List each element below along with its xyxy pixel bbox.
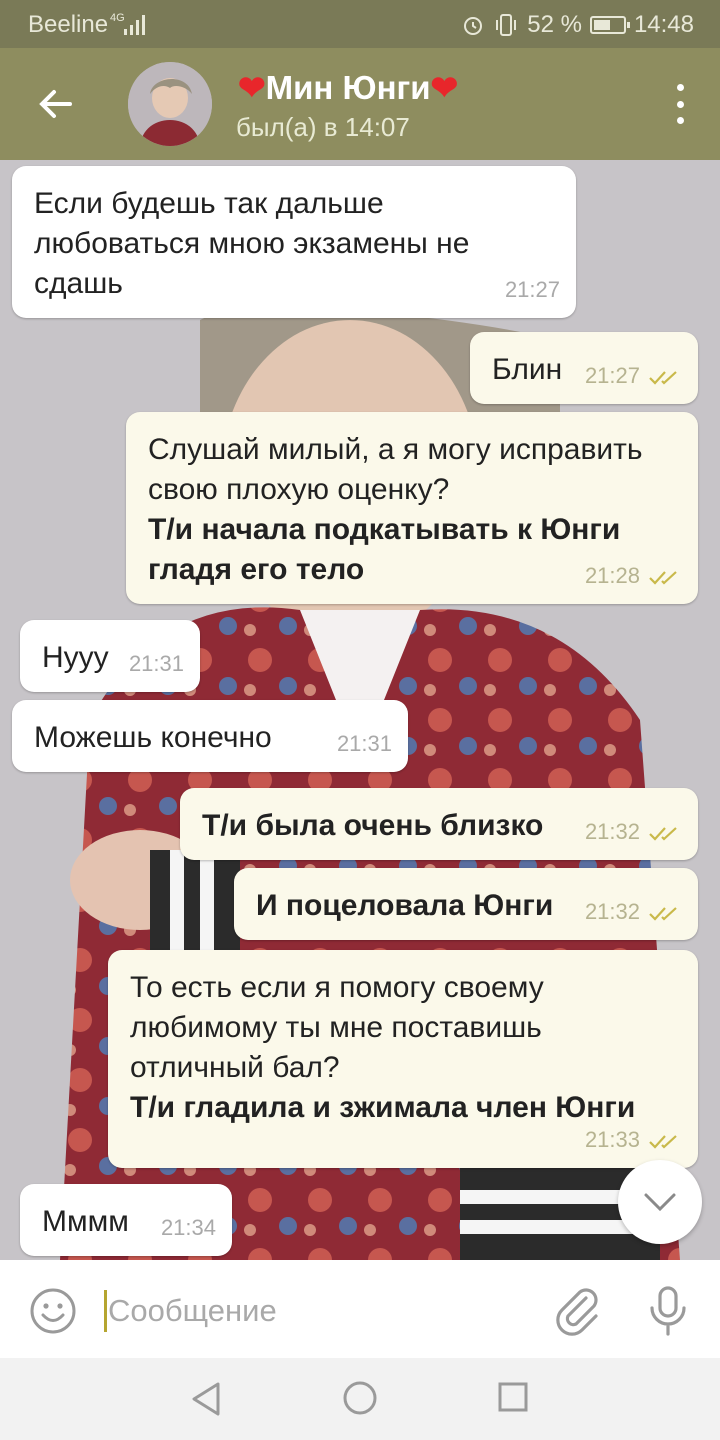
message-time: 21:31 bbox=[128, 651, 184, 676]
message-time: 21:33 bbox=[584, 1127, 640, 1152]
chat-header: ❤Мин Юнги❤ был(а) в 14:07 bbox=[0, 48, 720, 160]
nav-home-icon[interactable] bbox=[342, 1380, 378, 1416]
message-meta: 21:33 bbox=[585, 1120, 684, 1160]
arrow-left-icon[interactable] bbox=[30, 78, 82, 130]
avatar[interactable] bbox=[128, 62, 212, 146]
chevron-down-icon bbox=[644, 1193, 676, 1212]
message-text: Мммм bbox=[42, 1205, 129, 1238]
message-time: 21:28 bbox=[584, 563, 640, 588]
message-incoming[interactable]: Нууу 21:31 bbox=[20, 620, 200, 692]
message-outgoing[interactable]: То есть если я помогу своему любимому ты… bbox=[108, 950, 698, 1168]
heart-left: ❤ bbox=[238, 69, 266, 106]
system-nav-bar bbox=[0, 1358, 720, 1440]
message-outgoing[interactable]: Слушай милый, а я могу исправить свою пл… bbox=[126, 412, 698, 604]
message-text: Можешь конечно bbox=[34, 721, 272, 754]
message-text-bold: Т/и была очень близко bbox=[202, 809, 544, 842]
message-meta: 21:32 bbox=[585, 812, 684, 852]
status-right: 52 % 14:48 bbox=[461, 11, 694, 39]
scroll-down-button[interactable] bbox=[618, 1160, 702, 1244]
more-vert-icon[interactable] bbox=[670, 84, 690, 124]
clock: 14:48 bbox=[633, 11, 694, 38]
signal-icon bbox=[124, 15, 145, 35]
double-check-icon bbox=[649, 571, 677, 585]
double-check-icon bbox=[649, 371, 677, 385]
double-check-icon bbox=[649, 1135, 677, 1149]
paperclip-icon[interactable] bbox=[552, 1284, 602, 1338]
message-outgoing[interactable]: Блин 21:27 bbox=[470, 332, 698, 404]
message-incoming[interactable]: Можешь конечно 21:31 bbox=[12, 700, 408, 772]
avatar-image bbox=[128, 62, 212, 146]
network-type: 4G bbox=[110, 12, 125, 24]
battery-percent: 52 % bbox=[527, 11, 582, 38]
message-meta: 21:32 bbox=[585, 892, 684, 932]
message-input-bar bbox=[0, 1260, 720, 1358]
message-outgoing[interactable]: И поцеловала Юнги 21:32 bbox=[234, 868, 698, 940]
message-text: Нууу bbox=[42, 641, 109, 674]
message-time: 21:27 bbox=[584, 363, 640, 388]
message-text: Слушай милый, а я могу исправить свою пл… bbox=[148, 433, 643, 506]
message-text: Если будешь так дальше любоваться мною э… bbox=[34, 187, 470, 300]
message-text: То есть если я помогу своему любимому ты… bbox=[130, 971, 544, 1084]
nav-recent-apps-icon[interactable] bbox=[498, 1382, 528, 1412]
battery-icon bbox=[589, 16, 630, 34]
contact-name-text: Мин Юнги bbox=[265, 69, 431, 106]
message-time: 21:32 bbox=[584, 899, 640, 924]
message-text-bold: И поцеловала Юнги bbox=[256, 889, 554, 922]
message-text: Блин bbox=[492, 353, 563, 386]
chat-area[interactable]: Если будешь так дальше любоваться мною э… bbox=[0, 160, 720, 1260]
message-time: 21:27 bbox=[504, 277, 560, 302]
double-check-icon bbox=[649, 907, 677, 921]
nav-back-icon[interactable] bbox=[188, 1380, 224, 1418]
message-meta: 21:27 bbox=[585, 356, 684, 396]
carrier-label: Beeline bbox=[28, 11, 109, 38]
contact-name[interactable]: ❤Мин Юнги❤ bbox=[238, 68, 458, 107]
microphone-icon[interactable] bbox=[646, 1284, 690, 1338]
message-time: 21:31 bbox=[336, 731, 392, 756]
message-time: 21:34 bbox=[160, 1215, 216, 1240]
message-incoming[interactable]: Если будешь так дальше любоваться мною э… bbox=[12, 166, 576, 318]
message-meta: 21:28 bbox=[585, 556, 684, 596]
heart-right: ❤ bbox=[430, 69, 459, 106]
alarm-icon bbox=[464, 17, 483, 35]
smile-icon[interactable] bbox=[28, 1286, 78, 1336]
message-incoming[interactable]: Мммм 21:34 bbox=[20, 1184, 232, 1256]
double-check-icon bbox=[649, 827, 677, 841]
last-seen-status: был(а) в 14:07 bbox=[236, 112, 410, 142]
message-outgoing[interactable]: Т/и была очень близко 21:32 bbox=[180, 788, 698, 860]
message-input[interactable] bbox=[104, 1288, 504, 1334]
status-bar: Beeline 4G 52 % 14:48 bbox=[0, 0, 720, 48]
message-time: 21:32 bbox=[584, 819, 640, 844]
vibrate-icon bbox=[496, 14, 517, 36]
